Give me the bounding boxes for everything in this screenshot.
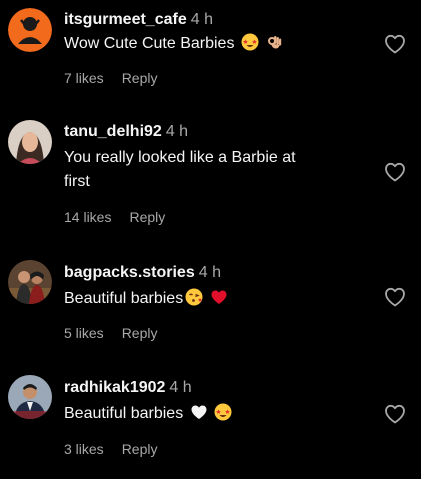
red-heart-emoji: [210, 288, 228, 306]
star-struck-emoji: [214, 403, 232, 421]
comment-text-line: Beautiful barbies: [64, 290, 184, 307]
comment-item: radhikak1902 4 h Beautiful barbies 3 like…: [0, 375, 421, 465]
comment-timestamp: 4 h: [169, 379, 192, 396]
comment-meta: 5 likes Reply: [64, 324, 157, 342]
comment-text: You really looked like a Barbie at first: [64, 146, 364, 194]
comment-meta: 14 likes Reply: [64, 208, 165, 226]
reply-button[interactable]: Reply: [122, 441, 158, 457]
ok-hand-emoji: [265, 33, 283, 51]
like-heart-icon[interactable]: [383, 285, 407, 309]
likes-count[interactable]: 7 likes: [64, 70, 104, 86]
comment-text-line: You really looked like a Barbie at: [64, 149, 296, 166]
comment-text-line: first: [64, 173, 90, 190]
comment-text: Beautiful barbies: [64, 287, 364, 311]
comment-item: tanu_delhi92 4 h You really looked like a…: [0, 120, 421, 230]
like-heart-icon[interactable]: [383, 32, 407, 56]
comment-header: tanu_delhi92 4 h: [64, 122, 188, 142]
star-struck-emoji: [241, 33, 259, 51]
comment-username[interactable]: radhikak1902: [64, 379, 165, 396]
comment-header: bagpacks.stories 4 h: [64, 263, 221, 283]
comment-header: itsgurmeet_cafe 4 h: [64, 10, 213, 30]
comment-text: Beautiful barbies: [64, 402, 364, 426]
comment-timestamp: 4 h: [165, 123, 189, 140]
comment-header: radhikak1902 4 h: [64, 378, 192, 398]
comment-timestamp: 4 h: [198, 264, 221, 281]
comment-username[interactable]: bagpacks.stories: [64, 264, 195, 281]
comment-item: itsgurmeet_cafe 4 h Wow Cute Cute Barbies…: [0, 8, 421, 94]
likes-count[interactable]: 3 likes: [64, 441, 104, 457]
like-heart-icon[interactable]: [383, 160, 407, 184]
like-heart-icon[interactable]: [383, 402, 407, 426]
user-photo-avatar[interactable]: [8, 120, 52, 164]
couple-photo-avatar[interactable]: [8, 260, 52, 304]
likes-count[interactable]: 5 likes: [64, 325, 104, 341]
likes-count[interactable]: 14 likes: [64, 209, 111, 225]
comment-username[interactable]: tanu_delhi92: [64, 123, 162, 140]
cafe-logo-avatar[interactable]: [8, 8, 52, 52]
comment-timestamp: 4 h: [190, 11, 213, 28]
comment-meta: 3 likes Reply: [64, 440, 157, 458]
white-heart-emoji: [190, 403, 208, 421]
comment-text-line: Beautiful barbies: [64, 405, 184, 422]
comment-text: Wow Cute Cute Barbies: [64, 32, 364, 56]
comment-meta: 7 likes Reply: [64, 69, 157, 87]
reply-button[interactable]: Reply: [122, 70, 158, 86]
comment-text-line: Wow Cute Cute Barbies: [64, 35, 235, 52]
reply-button[interactable]: Reply: [129, 209, 165, 225]
reply-button[interactable]: Reply: [122, 325, 158, 341]
comment-username[interactable]: itsgurmeet_cafe: [64, 11, 187, 28]
comment-item: bagpacks.stories 4 h Beautiful barbies 5 …: [0, 260, 421, 350]
user-photo-avatar[interactable]: [8, 375, 52, 419]
face-blowing-kiss-emoji: [185, 288, 203, 306]
